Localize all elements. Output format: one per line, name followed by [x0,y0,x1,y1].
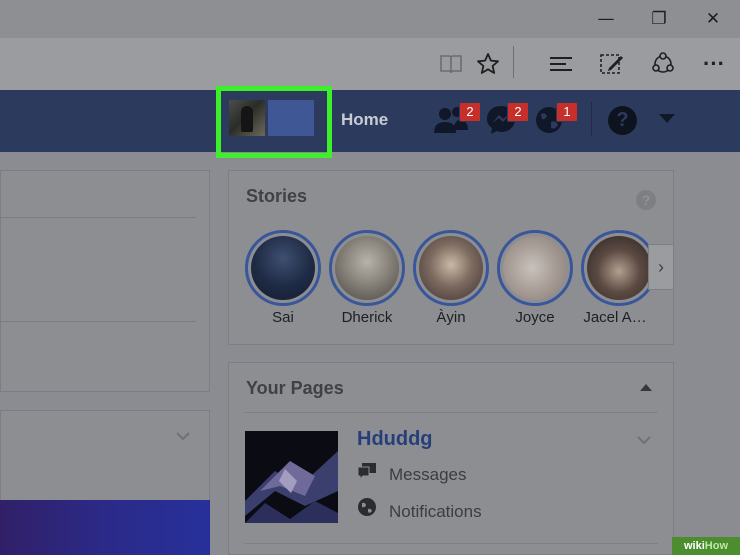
story-avatar[interactable] [413,230,489,306]
story-name: Jacel A… [583,309,647,326]
profile-highlight-box [216,86,332,158]
story-avatar[interactable] [245,230,321,306]
messages-icon [357,462,377,485]
account-menu-chevron-icon[interactable] [659,114,675,123]
favorites-star-icon[interactable] [474,50,502,78]
restore-button[interactable]: ❐ [647,8,671,30]
story-avatar[interactable] [581,230,657,306]
browser-title-bar [0,0,740,38]
header-divider [591,102,592,136]
divider [1,321,196,322]
share-icon[interactable] [649,50,677,78]
close-button[interactable]: ✕ [701,8,725,30]
notifications-label: Notifications [389,502,482,521]
left-panel-top [0,170,210,392]
divider [244,543,658,544]
web-note-icon[interactable] [598,50,626,78]
stories-help-icon[interactable]: ? [636,190,656,210]
friend-requests-badge: 2 [459,102,481,122]
messages-badge: 2 [507,102,529,122]
home-link[interactable]: Home [341,110,388,130]
wikihow-watermark: wikiHow [672,537,740,555]
more-icon[interactable]: ··· [700,50,728,78]
story-avatar[interactable] [329,230,405,306]
collapse-caret-icon[interactable] [640,384,652,391]
story-avatar[interactable] [497,230,573,306]
globe-icon [357,497,377,522]
notifications-badge: 1 [556,102,578,122]
help-icon[interactable]: ? [608,106,637,135]
divider [1,217,196,218]
page-name-link[interactable]: Hduddg [357,428,433,451]
chevron-down-icon[interactable] [636,432,652,448]
stories-title: Stories [246,186,308,206]
messages-label: Messages [389,465,467,484]
toolbar-divider [513,46,514,78]
stories-next-arrow-icon[interactable]: › [648,244,674,290]
reading-view-icon[interactable] [437,50,465,78]
hub-icon[interactable] [547,50,575,78]
divider [244,412,658,413]
your-pages-title: Your Pages [246,378,344,398]
page-messages-link[interactable]: Messages [357,462,466,485]
browser-toolbar [0,38,740,90]
page-notifications-link[interactable]: Notifications [357,497,482,522]
page-thumbnail[interactable] [245,431,338,523]
post-image-preview[interactable] [0,500,210,555]
chevron-down-icon[interactable] [175,428,191,444]
minimize-button[interactable]: — [594,8,618,30]
